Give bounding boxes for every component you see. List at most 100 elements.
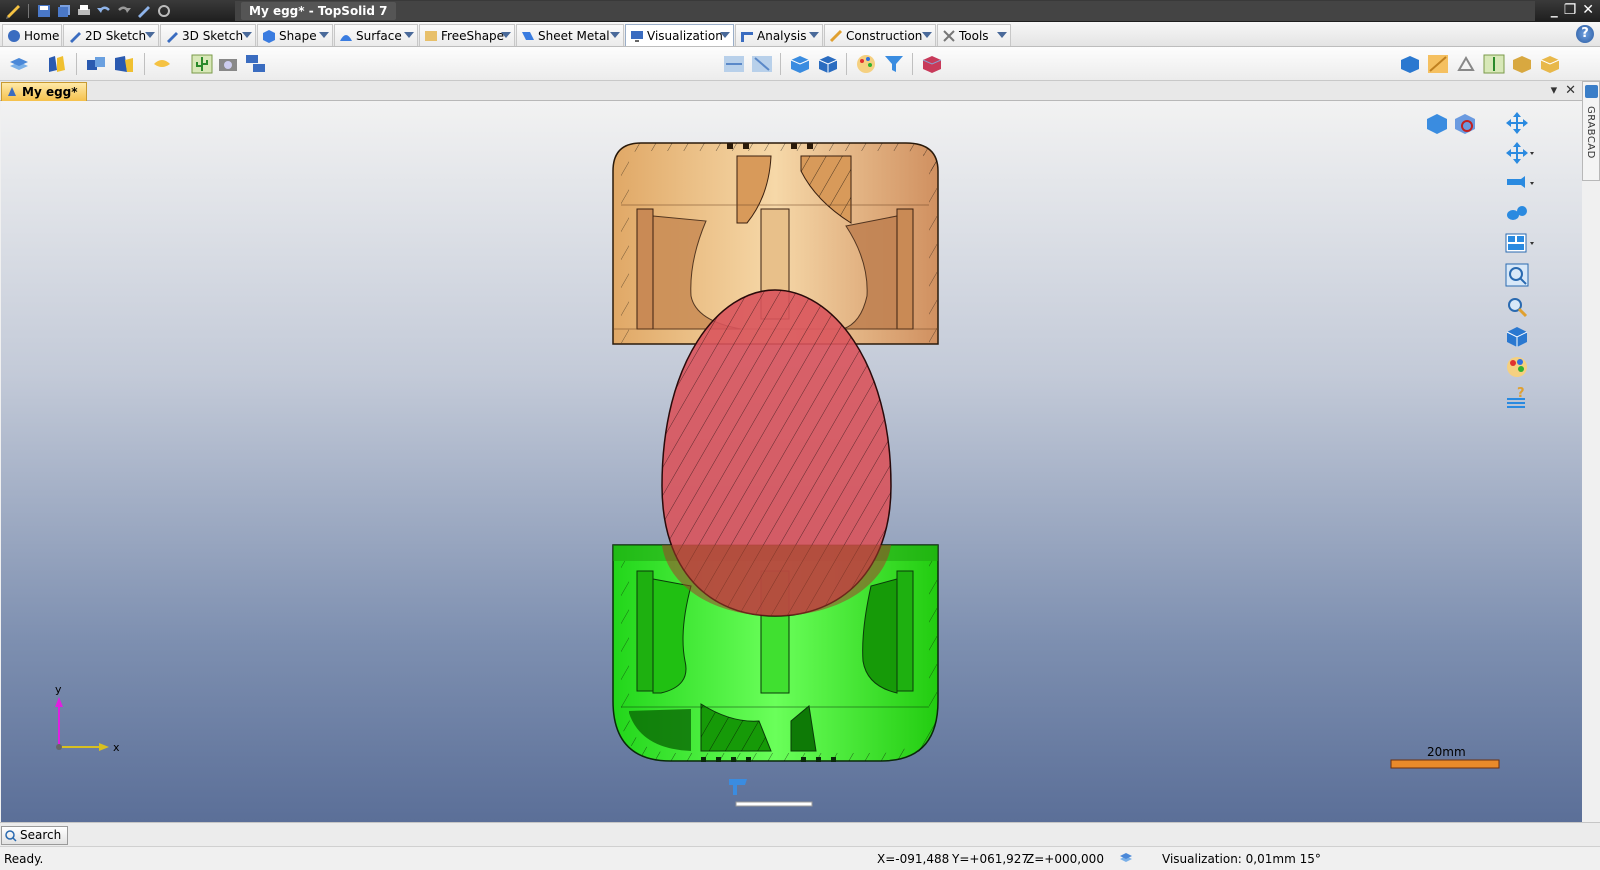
rotate-icon[interactable] xyxy=(1505,141,1535,168)
visualization-status: Visualization: 0,01mm 15° xyxy=(1162,852,1321,866)
view-cube-small-icon[interactable] xyxy=(1425,112,1449,139)
tab-analysis[interactable]: Analysis xyxy=(735,24,823,46)
quick-access-toolbar xyxy=(4,2,173,20)
tab-sheet-metal[interactable]: Sheet Metal xyxy=(516,24,624,46)
close-document-icon[interactable]: ✕ xyxy=(1565,83,1576,98)
render-shaded-icon[interactable] xyxy=(788,52,812,76)
window-controls: _ ❐ ✕ xyxy=(1551,2,1594,18)
x-coordinate: X=-091,488 xyxy=(877,852,950,866)
refresh-icon[interactable] xyxy=(155,2,173,20)
scale-label: 20mm xyxy=(1427,745,1466,759)
render-edges-icon[interactable] xyxy=(816,52,840,76)
document-tab-bar: My egg* ▾ ✕ xyxy=(0,81,1582,101)
surface-icon xyxy=(340,34,352,41)
transparency-icon[interactable] xyxy=(920,52,944,76)
print-icon[interactable] xyxy=(75,2,93,20)
save-all-icon[interactable] xyxy=(55,2,73,20)
tab-3d-sketch[interactable]: 3D Sketch xyxy=(160,24,256,46)
chevron-down-icon[interactable] xyxy=(501,32,511,38)
title-bar: My egg* - TopSolid 7 _ ❐ ✕ xyxy=(0,0,1600,22)
z-coordinate: Z=+000,000 xyxy=(1026,852,1104,866)
help-icon[interactable]: ? xyxy=(1576,25,1594,43)
search-button[interactable]: Search xyxy=(1,826,69,845)
filter-icon[interactable] xyxy=(882,52,906,76)
document-tab[interactable]: My egg* xyxy=(1,82,87,101)
tab-construction[interactable]: Construction xyxy=(824,24,936,46)
3d-viewport[interactable]: y x 20mm ? xyxy=(1,101,1582,822)
construction-icon xyxy=(829,29,843,42)
chevron-down-icon[interactable] xyxy=(145,32,155,38)
freeshape-icon xyxy=(425,30,437,41)
properties-help-icon[interactable]: ? xyxy=(1505,385,1529,412)
feature-marker-icon[interactable] xyxy=(729,779,747,795)
hide-icon[interactable] xyxy=(84,52,108,76)
zoom-window-icon[interactable] xyxy=(1505,263,1529,290)
scale-bar: 20mm xyxy=(1390,745,1500,769)
pen-icon[interactable] xyxy=(135,2,153,20)
sheet-metal-icon xyxy=(522,31,534,40)
zoom-icon[interactable] xyxy=(1505,295,1529,322)
show-all-icon[interactable] xyxy=(112,52,136,76)
status-bar: Ready. X=-091,488 Y=+061,927 Z=+000,000 … xyxy=(0,846,1600,870)
redo-icon[interactable] xyxy=(115,2,133,20)
split-view-icon[interactable] xyxy=(1505,233,1535,256)
section-view-icon[interactable] xyxy=(722,52,746,76)
grabcad-icon xyxy=(1585,85,1598,98)
chevron-down-icon[interactable] xyxy=(610,32,620,38)
show-hide-icon[interactable] xyxy=(44,52,68,76)
tab-home[interactable]: Home xyxy=(2,24,62,46)
x-axis-label: x xyxy=(113,741,120,754)
zoom-fit-view-icon[interactable] xyxy=(1453,112,1477,139)
ribbon-tab-bar: Home 2D Sketch 3D Sketch Shape Surface F… xyxy=(0,22,1600,47)
home-icon xyxy=(8,29,20,42)
status-message: Ready. xyxy=(4,852,44,866)
pencil-icon xyxy=(70,31,81,43)
camera-view-icon[interactable] xyxy=(1505,173,1535,196)
chevron-down-icon[interactable] xyxy=(997,32,1007,38)
tab-tools[interactable]: Tools xyxy=(937,24,1011,46)
walk-icon[interactable] xyxy=(1505,203,1529,226)
chevron-down-icon[interactable] xyxy=(404,32,414,38)
window-title: My egg* - TopSolid 7 xyxy=(241,2,396,20)
search-icon xyxy=(5,830,17,842)
wire-frame-icon[interactable] xyxy=(1454,52,1478,76)
restore-icon[interactable]: ❐ xyxy=(1564,2,1577,18)
scroll-indicator[interactable] xyxy=(735,801,813,807)
chevron-down-icon[interactable] xyxy=(242,32,252,38)
color-wheel-icon[interactable] xyxy=(1505,355,1529,382)
layers-icon[interactable] xyxy=(7,52,31,76)
cactus-icon[interactable] xyxy=(190,52,214,76)
cactus-view-icon[interactable] xyxy=(1482,52,1506,76)
camera-icon[interactable] xyxy=(216,52,240,76)
minimize-icon[interactable]: _ xyxy=(1551,2,1558,18)
document-controls: ▾ ✕ xyxy=(1551,83,1576,98)
pan-icon[interactable] xyxy=(1505,111,1529,138)
tab-visualization[interactable]: Visualization xyxy=(625,24,734,46)
chevron-down-icon[interactable] xyxy=(809,32,819,38)
shaded-cube-icon[interactable] xyxy=(1505,325,1529,352)
color-palette-icon[interactable] xyxy=(854,52,878,76)
chevron-down-icon[interactable] xyxy=(922,32,932,38)
tab-list-icon[interactable]: ▾ xyxy=(1551,83,1558,98)
undo-icon[interactable] xyxy=(95,2,113,20)
save-icon[interactable] xyxy=(35,2,53,20)
tab-surface[interactable]: Surface xyxy=(334,24,418,46)
close-icon[interactable]: ✕ xyxy=(1582,2,1594,18)
perspective-icon[interactable] xyxy=(1426,52,1450,76)
multi-view-icon[interactable] xyxy=(244,52,268,76)
app-logo-icon[interactable] xyxy=(4,2,22,20)
gold-cube-icon[interactable] xyxy=(1538,52,1562,76)
visualization-toolbar xyxy=(0,47,1600,81)
tab-shape[interactable]: Shape xyxy=(257,24,333,46)
view-cube-icon[interactable] xyxy=(1398,52,1422,76)
chevron-down-icon[interactable] xyxy=(720,32,730,38)
highlight-icon[interactable] xyxy=(150,52,174,76)
chevron-down-icon[interactable] xyxy=(319,32,329,38)
gold-render-icon[interactable] xyxy=(1510,52,1534,76)
tab-freeshape[interactable]: FreeShape xyxy=(419,24,515,46)
model-canvas[interactable]: y x 20mm xyxy=(1,101,1582,822)
tab-2d-sketch[interactable]: 2D Sketch xyxy=(63,24,159,46)
section-planes-icon[interactable] xyxy=(750,52,774,76)
grabcad-panel[interactable]: GRABCAD xyxy=(1582,81,1600,181)
caliper-icon xyxy=(741,31,753,42)
